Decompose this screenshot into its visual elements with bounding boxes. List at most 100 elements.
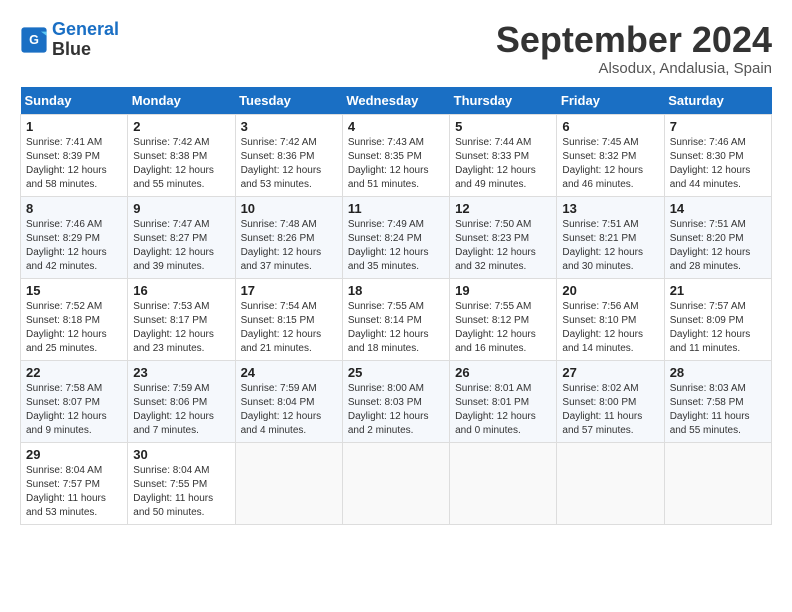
day-info: Sunrise: 7:55 AM Sunset: 8:12 PM Dayligh…: [455, 300, 551, 356]
location-subtitle: Alsodux, Andalusia, Spain: [496, 60, 772, 77]
day-number: 2: [133, 119, 229, 134]
day-number: 21: [670, 283, 766, 298]
day-number: 23: [133, 365, 229, 380]
day-number: 12: [455, 201, 551, 216]
day-info: Sunrise: 7:58 AM Sunset: 8:07 PM Dayligh…: [26, 382, 122, 438]
day-info: Sunrise: 8:02 AM Sunset: 8:00 PM Dayligh…: [562, 382, 658, 438]
day-number: 18: [348, 283, 444, 298]
day-info: Sunrise: 8:03 AM Sunset: 7:58 PM Dayligh…: [670, 382, 766, 438]
logo-text: General Blue: [52, 20, 119, 60]
header-cell-friday: Friday: [557, 87, 664, 115]
calendar-cell: [557, 442, 664, 524]
calendar-cell: 22 Sunrise: 7:58 AM Sunset: 8:07 PM Dayli…: [21, 360, 128, 442]
page-header: G General Blue September 2024 Alsodux, A…: [20, 20, 772, 77]
day-info: Sunrise: 7:45 AM Sunset: 8:32 PM Dayligh…: [562, 136, 658, 192]
title-area: September 2024 Alsodux, Andalusia, Spain: [496, 20, 772, 77]
day-info: Sunrise: 7:59 AM Sunset: 8:04 PM Dayligh…: [241, 382, 337, 438]
svg-text:G: G: [29, 33, 39, 47]
calendar-cell: 21 Sunrise: 7:57 AM Sunset: 8:09 PM Dayli…: [664, 278, 771, 360]
day-number: 15: [26, 283, 122, 298]
day-number: 24: [241, 365, 337, 380]
calendar-header: SundayMondayTuesdayWednesdayThursdayFrid…: [21, 87, 772, 115]
day-info: Sunrise: 7:46 AM Sunset: 8:29 PM Dayligh…: [26, 218, 122, 274]
day-info: Sunrise: 7:57 AM Sunset: 8:09 PM Dayligh…: [670, 300, 766, 356]
day-number: 11: [348, 201, 444, 216]
day-number: 29: [26, 447, 122, 462]
day-info: Sunrise: 7:50 AM Sunset: 8:23 PM Dayligh…: [455, 218, 551, 274]
calendar-cell: 6 Sunrise: 7:45 AM Sunset: 8:32 PM Daylig…: [557, 114, 664, 196]
day-number: 10: [241, 201, 337, 216]
day-number: 5: [455, 119, 551, 134]
day-info: Sunrise: 8:01 AM Sunset: 8:01 PM Dayligh…: [455, 382, 551, 438]
day-info: Sunrise: 7:48 AM Sunset: 8:26 PM Dayligh…: [241, 218, 337, 274]
calendar-cell: 8Sunrise: 7:46 AM Sunset: 8:29 PM Daylig…: [21, 196, 128, 278]
calendar-cell: [450, 442, 557, 524]
day-info: Sunrise: 7:56 AM Sunset: 8:10 PM Dayligh…: [562, 300, 658, 356]
logo: G General Blue: [20, 20, 119, 60]
header-cell-sunday: Sunday: [21, 87, 128, 115]
calendar-cell: 24 Sunrise: 7:59 AM Sunset: 8:04 PM Dayli…: [235, 360, 342, 442]
day-number: 30: [133, 447, 229, 462]
day-number: 3: [241, 119, 337, 134]
header-cell-thursday: Thursday: [450, 87, 557, 115]
calendar-cell: 28 Sunrise: 8:03 AM Sunset: 7:58 PM Dayli…: [664, 360, 771, 442]
calendar-body: 1Sunrise: 7:41 AM Sunset: 8:39 PM Daylig…: [21, 114, 772, 524]
calendar-cell: 7Sunrise: 7:46 AM Sunset: 8:30 PM Daylig…: [664, 114, 771, 196]
calendar-cell: 20Sunrise: 7:56 AM Sunset: 8:10 PM Dayli…: [557, 278, 664, 360]
day-info: Sunrise: 7:51 AM Sunset: 8:20 PM Dayligh…: [670, 218, 766, 274]
day-number: 6: [562, 119, 658, 134]
day-info: Sunrise: 7:49 AM Sunset: 8:24 PM Dayligh…: [348, 218, 444, 274]
calendar-cell: 11 Sunrise: 7:49 AM Sunset: 8:24 PM Dayli…: [342, 196, 449, 278]
day-info: Sunrise: 7:53 AM Sunset: 8:17 PM Dayligh…: [133, 300, 229, 356]
calendar-cell: 9Sunrise: 7:47 AM Sunset: 8:27 PM Daylig…: [128, 196, 235, 278]
calendar-cell: 14Sunrise: 7:51 AM Sunset: 8:20 PM Dayli…: [664, 196, 771, 278]
day-number: 9: [133, 201, 229, 216]
calendar-cell: 4 Sunrise: 7:43 AM Sunset: 8:35 PM Daylig…: [342, 114, 449, 196]
calendar-cell: 27Sunrise: 8:02 AM Sunset: 8:00 PM Dayli…: [557, 360, 664, 442]
calendar-cell: 5 Sunrise: 7:44 AM Sunset: 8:33 PM Daylig…: [450, 114, 557, 196]
calendar-row: 8Sunrise: 7:46 AM Sunset: 8:29 PM Daylig…: [21, 196, 772, 278]
day-number: 7: [670, 119, 766, 134]
day-info: Sunrise: 7:59 AM Sunset: 8:06 PM Dayligh…: [133, 382, 229, 438]
day-info: Sunrise: 7:43 AM Sunset: 8:35 PM Dayligh…: [348, 136, 444, 192]
calendar-cell: 18 Sunrise: 7:55 AM Sunset: 8:14 PM Dayli…: [342, 278, 449, 360]
header-cell-tuesday: Tuesday: [235, 87, 342, 115]
calendar-cell: 17 Sunrise: 7:54 AM Sunset: 8:15 PM Dayli…: [235, 278, 342, 360]
calendar-cell: [342, 442, 449, 524]
day-info: Sunrise: 8:00 AM Sunset: 8:03 PM Dayligh…: [348, 382, 444, 438]
day-number: 22: [26, 365, 122, 380]
calendar-cell: 10 Sunrise: 7:48 AM Sunset: 8:26 PM Dayli…: [235, 196, 342, 278]
calendar-cell: [664, 442, 771, 524]
day-number: 28: [670, 365, 766, 380]
day-number: 16: [133, 283, 229, 298]
calendar-cell: 15 Sunrise: 7:52 AM Sunset: 8:18 PM Dayli…: [21, 278, 128, 360]
calendar-row: 1Sunrise: 7:41 AM Sunset: 8:39 PM Daylig…: [21, 114, 772, 196]
day-info: Sunrise: 7:54 AM Sunset: 8:15 PM Dayligh…: [241, 300, 337, 356]
calendar-cell: 19Sunrise: 7:55 AM Sunset: 8:12 PM Dayli…: [450, 278, 557, 360]
calendar-row: 29 Sunrise: 8:04 AM Sunset: 7:57 PM Dayli…: [21, 442, 772, 524]
calendar-cell: 30 Sunrise: 8:04 AM Sunset: 7:55 PM Dayli…: [128, 442, 235, 524]
day-info: Sunrise: 7:55 AM Sunset: 8:14 PM Dayligh…: [348, 300, 444, 356]
header-cell-wednesday: Wednesday: [342, 87, 449, 115]
day-number: 26: [455, 365, 551, 380]
month-title: September 2024: [496, 20, 772, 60]
day-number: 17: [241, 283, 337, 298]
logo-icon: G: [20, 26, 48, 54]
day-info: Sunrise: 7:44 AM Sunset: 8:33 PM Dayligh…: [455, 136, 551, 192]
header-cell-saturday: Saturday: [664, 87, 771, 115]
day-info: Sunrise: 7:51 AM Sunset: 8:21 PM Dayligh…: [562, 218, 658, 274]
day-info: Sunrise: 7:52 AM Sunset: 8:18 PM Dayligh…: [26, 300, 122, 356]
calendar-cell: 2 Sunrise: 7:42 AM Sunset: 8:38 PM Daylig…: [128, 114, 235, 196]
day-number: 1: [26, 119, 122, 134]
day-number: 4: [348, 119, 444, 134]
calendar-cell: 3Sunrise: 7:42 AM Sunset: 8:36 PM Daylig…: [235, 114, 342, 196]
calendar-cell: 29 Sunrise: 8:04 AM Sunset: 7:57 PM Dayli…: [21, 442, 128, 524]
day-info: Sunrise: 8:04 AM Sunset: 7:55 PM Dayligh…: [133, 464, 229, 520]
header-row: SundayMondayTuesdayWednesdayThursdayFrid…: [21, 87, 772, 115]
day-info: Sunrise: 8:04 AM Sunset: 7:57 PM Dayligh…: [26, 464, 122, 520]
calendar-row: 15 Sunrise: 7:52 AM Sunset: 8:18 PM Dayli…: [21, 278, 772, 360]
calendar-cell: 25Sunrise: 8:00 AM Sunset: 8:03 PM Dayli…: [342, 360, 449, 442]
calendar-cell: 13Sunrise: 7:51 AM Sunset: 8:21 PM Dayli…: [557, 196, 664, 278]
calendar-cell: 23 Sunrise: 7:59 AM Sunset: 8:06 PM Dayli…: [128, 360, 235, 442]
day-info: Sunrise: 7:42 AM Sunset: 8:38 PM Dayligh…: [133, 136, 229, 192]
